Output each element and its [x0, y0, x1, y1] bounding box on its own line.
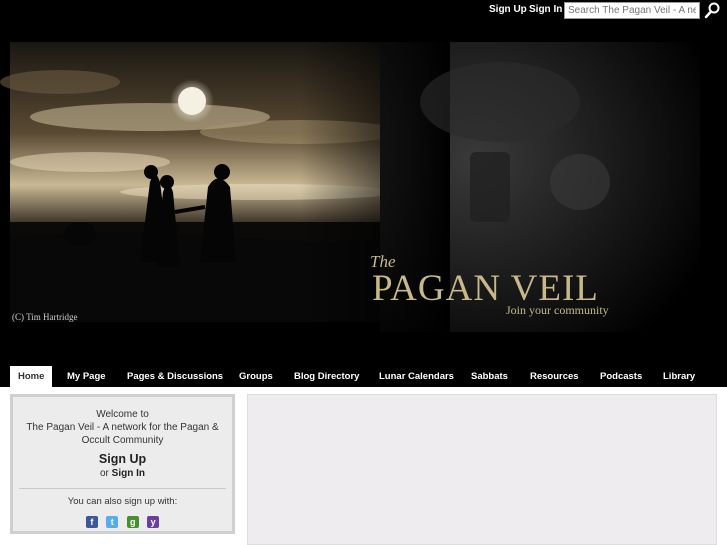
- logo-tagline: Join your community: [506, 303, 609, 317]
- welcome-box: Welcome to The Pagan Veil - A network fo…: [10, 394, 235, 534]
- tab-groups[interactable]: Groups: [239, 366, 273, 387]
- search-input[interactable]: [564, 2, 700, 19]
- network-description: The Pagan Veil - A network for the Pagan…: [26, 422, 219, 446]
- welcome-signin-link[interactable]: Sign In: [112, 468, 145, 479]
- main-content-panel: [247, 394, 717, 545]
- facebook-icon[interactable]: f: [85, 515, 98, 528]
- divider: [19, 488, 226, 489]
- photo-credit: (C) Tim Hartridge: [12, 312, 78, 322]
- social-signup-icons: f t g y: [13, 513, 232, 531]
- tab-blog-directory[interactable]: Blog Directory: [294, 366, 359, 387]
- header-banner: The PAGAN VEIL Join your community (C) T…: [0, 22, 727, 362]
- tab-my-page[interactable]: My Page: [67, 366, 106, 387]
- google-icon[interactable]: g: [126, 515, 139, 528]
- banner-image: [0, 42, 700, 332]
- twitter-icon[interactable]: t: [106, 515, 119, 528]
- or-text: or: [99, 468, 109, 479]
- tab-library[interactable]: Library: [663, 366, 695, 387]
- tab-home[interactable]: Home: [10, 366, 53, 387]
- search-icon[interactable]: [703, 1, 723, 19]
- social-signup-label: You can also sign up with:: [67, 496, 178, 507]
- tab-pages-discussions[interactable]: Pages & Discussions: [127, 366, 223, 387]
- welcome-text: Welcome to The Pagan Veil - A network fo…: [13, 408, 232, 447]
- welcome-signup-link[interactable]: Sign Up: [13, 452, 232, 466]
- main-nav: Home My Page Pages & Discussions Groups …: [0, 366, 727, 389]
- top-bar: Sign Up Sign In: [0, 0, 727, 22]
- tab-podcasts[interactable]: Podcasts: [600, 366, 642, 387]
- tab-resources[interactable]: Resources: [530, 366, 579, 387]
- yahoo-icon[interactable]: y: [147, 515, 160, 528]
- signin-link[interactable]: Sign In: [529, 4, 562, 15]
- signup-link[interactable]: Sign Up: [489, 4, 527, 15]
- welcome-line: Welcome to: [96, 409, 149, 420]
- tab-sabbats[interactable]: Sabbats: [471, 366, 508, 387]
- signin-line: or Sign In: [13, 468, 232, 479]
- tab-lunar-calendars[interactable]: Lunar Calendars: [379, 366, 454, 387]
